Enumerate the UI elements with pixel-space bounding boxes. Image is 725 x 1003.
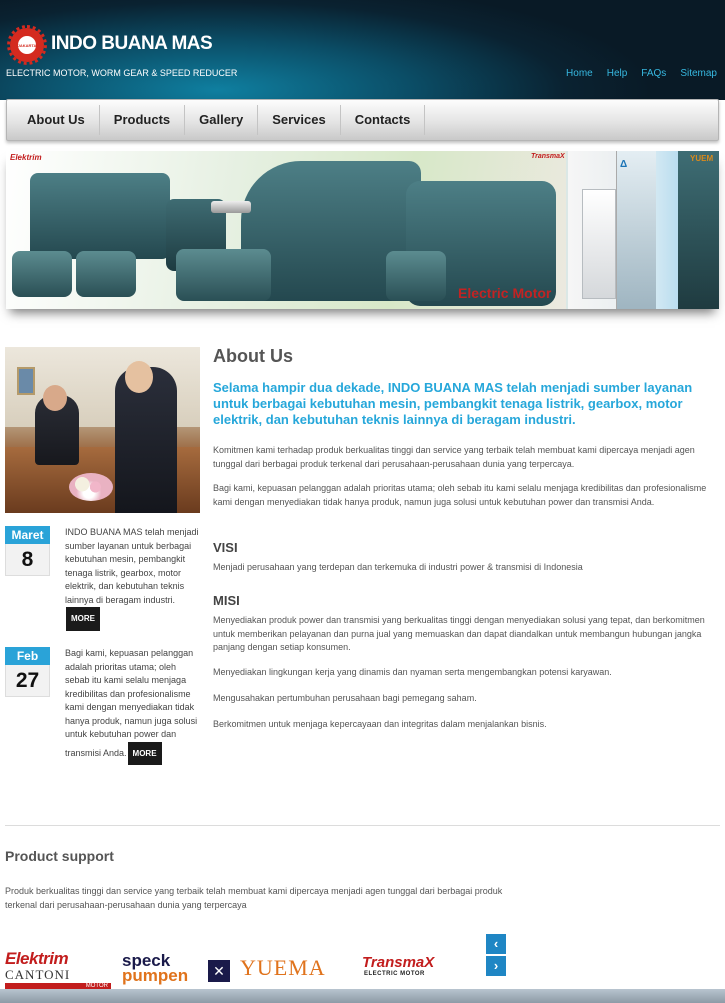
news-text: Bagi kami, kepuasan pelanggan adalah pri…: [65, 647, 200, 765]
banner-delta-logo: Δ: [620, 159, 628, 170]
banner-caption: Electric Motor: [458, 285, 552, 301]
date-month: Maret: [5, 526, 50, 544]
site-header: JAKARTA INDO BUANA MAS ELECTRIC MOTOR, W…: [0, 0, 725, 100]
top-link-faqs[interactable]: FAQs: [641, 68, 666, 79]
transmax-logo[interactable]: TransmaX ELECTRIC MOTOR: [362, 954, 468, 977]
nav-about-us[interactable]: About Us: [13, 105, 100, 135]
news-summary: INDO BUANA MAS telah menjadi sumber laya…: [65, 527, 199, 605]
visi-text: Menjadi perusahaan yang terdepan dan ter…: [213, 562, 583, 572]
banner-yuema-logo: YUEM: [690, 154, 714, 163]
product-support-text: Produk berkualitas tinggi dan service ya…: [5, 886, 503, 910]
cantoni-wordmark: CANTONI: [5, 967, 71, 982]
nav-contacts[interactable]: Contacts: [341, 105, 426, 135]
product-support-title: Product support: [5, 848, 114, 864]
visi-title: VISI: [213, 540, 238, 555]
window-bottom-bar: [0, 989, 725, 1003]
about-lead: Selama hampir dua dekade, INDO BUANA MAS…: [213, 380, 693, 427]
carousel-prev-arrow-icon[interactable]: ‹: [486, 934, 506, 954]
top-links: Home Help FAQs Sitemap: [566, 68, 717, 79]
misi-item: Menyediakan lingkungan kerja yang dinami…: [213, 667, 612, 677]
misi-title: MISI: [213, 593, 240, 608]
speck-pumpen-logo[interactable]: speck pumpen ✕: [122, 952, 230, 986]
hero-banner[interactable]: Elektrim TransmaX Electric Motor Δ YUEM: [6, 151, 719, 309]
banner-transmax-logo: TransmaX: [531, 153, 565, 160]
section-divider: [5, 825, 720, 826]
about-title: About Us: [213, 346, 293, 366]
more-button[interactable]: MORE: [66, 607, 100, 631]
nav-products[interactable]: Products: [100, 105, 186, 135]
transmax-sub: ELECTRIC MOTOR: [364, 971, 425, 977]
handshake-photo: [5, 347, 200, 513]
motor-image: [12, 251, 72, 297]
date-month: Feb: [5, 647, 50, 665]
news-text: INDO BUANA MAS telah menjadi sumber laya…: [65, 526, 200, 631]
misi-item: Berkomitmen untuk menjaga kepercayaan da…: [213, 719, 547, 729]
date-badge: Maret 8: [5, 526, 50, 576]
nav-gallery[interactable]: Gallery: [185, 105, 259, 135]
banner-motors-image: Elektrim TransmaX Electric Motor: [6, 151, 566, 309]
misi-item: Menyediakan produk power dan transmisi y…: [213, 615, 705, 652]
transmax-wordmark: TransmaX: [362, 954, 435, 971]
speck-x-icon: ✕: [208, 960, 230, 982]
more-button[interactable]: MORE: [127, 741, 162, 765]
elektrim-cantoni-logo[interactable]: Elektrim CANTONI MOTOR: [5, 949, 111, 990]
motor-image: [30, 173, 170, 259]
top-link-home[interactable]: Home: [566, 68, 593, 79]
motor-image: [76, 251, 136, 297]
carousel-next-arrow-icon[interactable]: ›: [486, 956, 506, 976]
date-day: 27: [5, 665, 50, 697]
misi-item: Mengusahakan pertumbuhan perusahaan bagi…: [213, 693, 477, 703]
brand-name[interactable]: INDO BUANA MAS: [51, 33, 213, 55]
elektrim-wordmark: Elektrim: [5, 949, 69, 968]
company-logo-icon[interactable]: JAKARTA: [7, 25, 47, 65]
yuema-logo[interactable]: YUEMA: [240, 955, 326, 981]
nav-services[interactable]: Services: [258, 105, 341, 135]
news-item: Maret 8 INDO BUANA MAS telah menjadi sum…: [5, 526, 200, 636]
banner-inverters-image: Δ YUEM: [568, 151, 719, 309]
motor-image: [386, 251, 446, 301]
about-paragraph-2: Bagi kami, kepuasan pelanggan adalah pri…: [213, 483, 707, 507]
top-link-help[interactable]: Help: [607, 68, 628, 79]
main-nav: About Us Products Gallery Services Conta…: [6, 99, 719, 141]
motor-image: [176, 249, 271, 301]
date-day: 8: [5, 544, 50, 576]
banner-elektrim-logo: Elektrim: [10, 153, 42, 162]
news-item: Feb 27 Bagi kami, kepuasan pelanggan ada…: [5, 647, 200, 767]
date-badge: Feb 27: [5, 647, 50, 697]
about-paragraph-1: Komitmen kami terhadap produk berkualita…: [213, 445, 695, 469]
tagline: ELECTRIC MOTOR, WORM GEAR & SPEED REDUCE…: [6, 68, 238, 78]
top-link-sitemap[interactable]: Sitemap: [680, 68, 717, 79]
